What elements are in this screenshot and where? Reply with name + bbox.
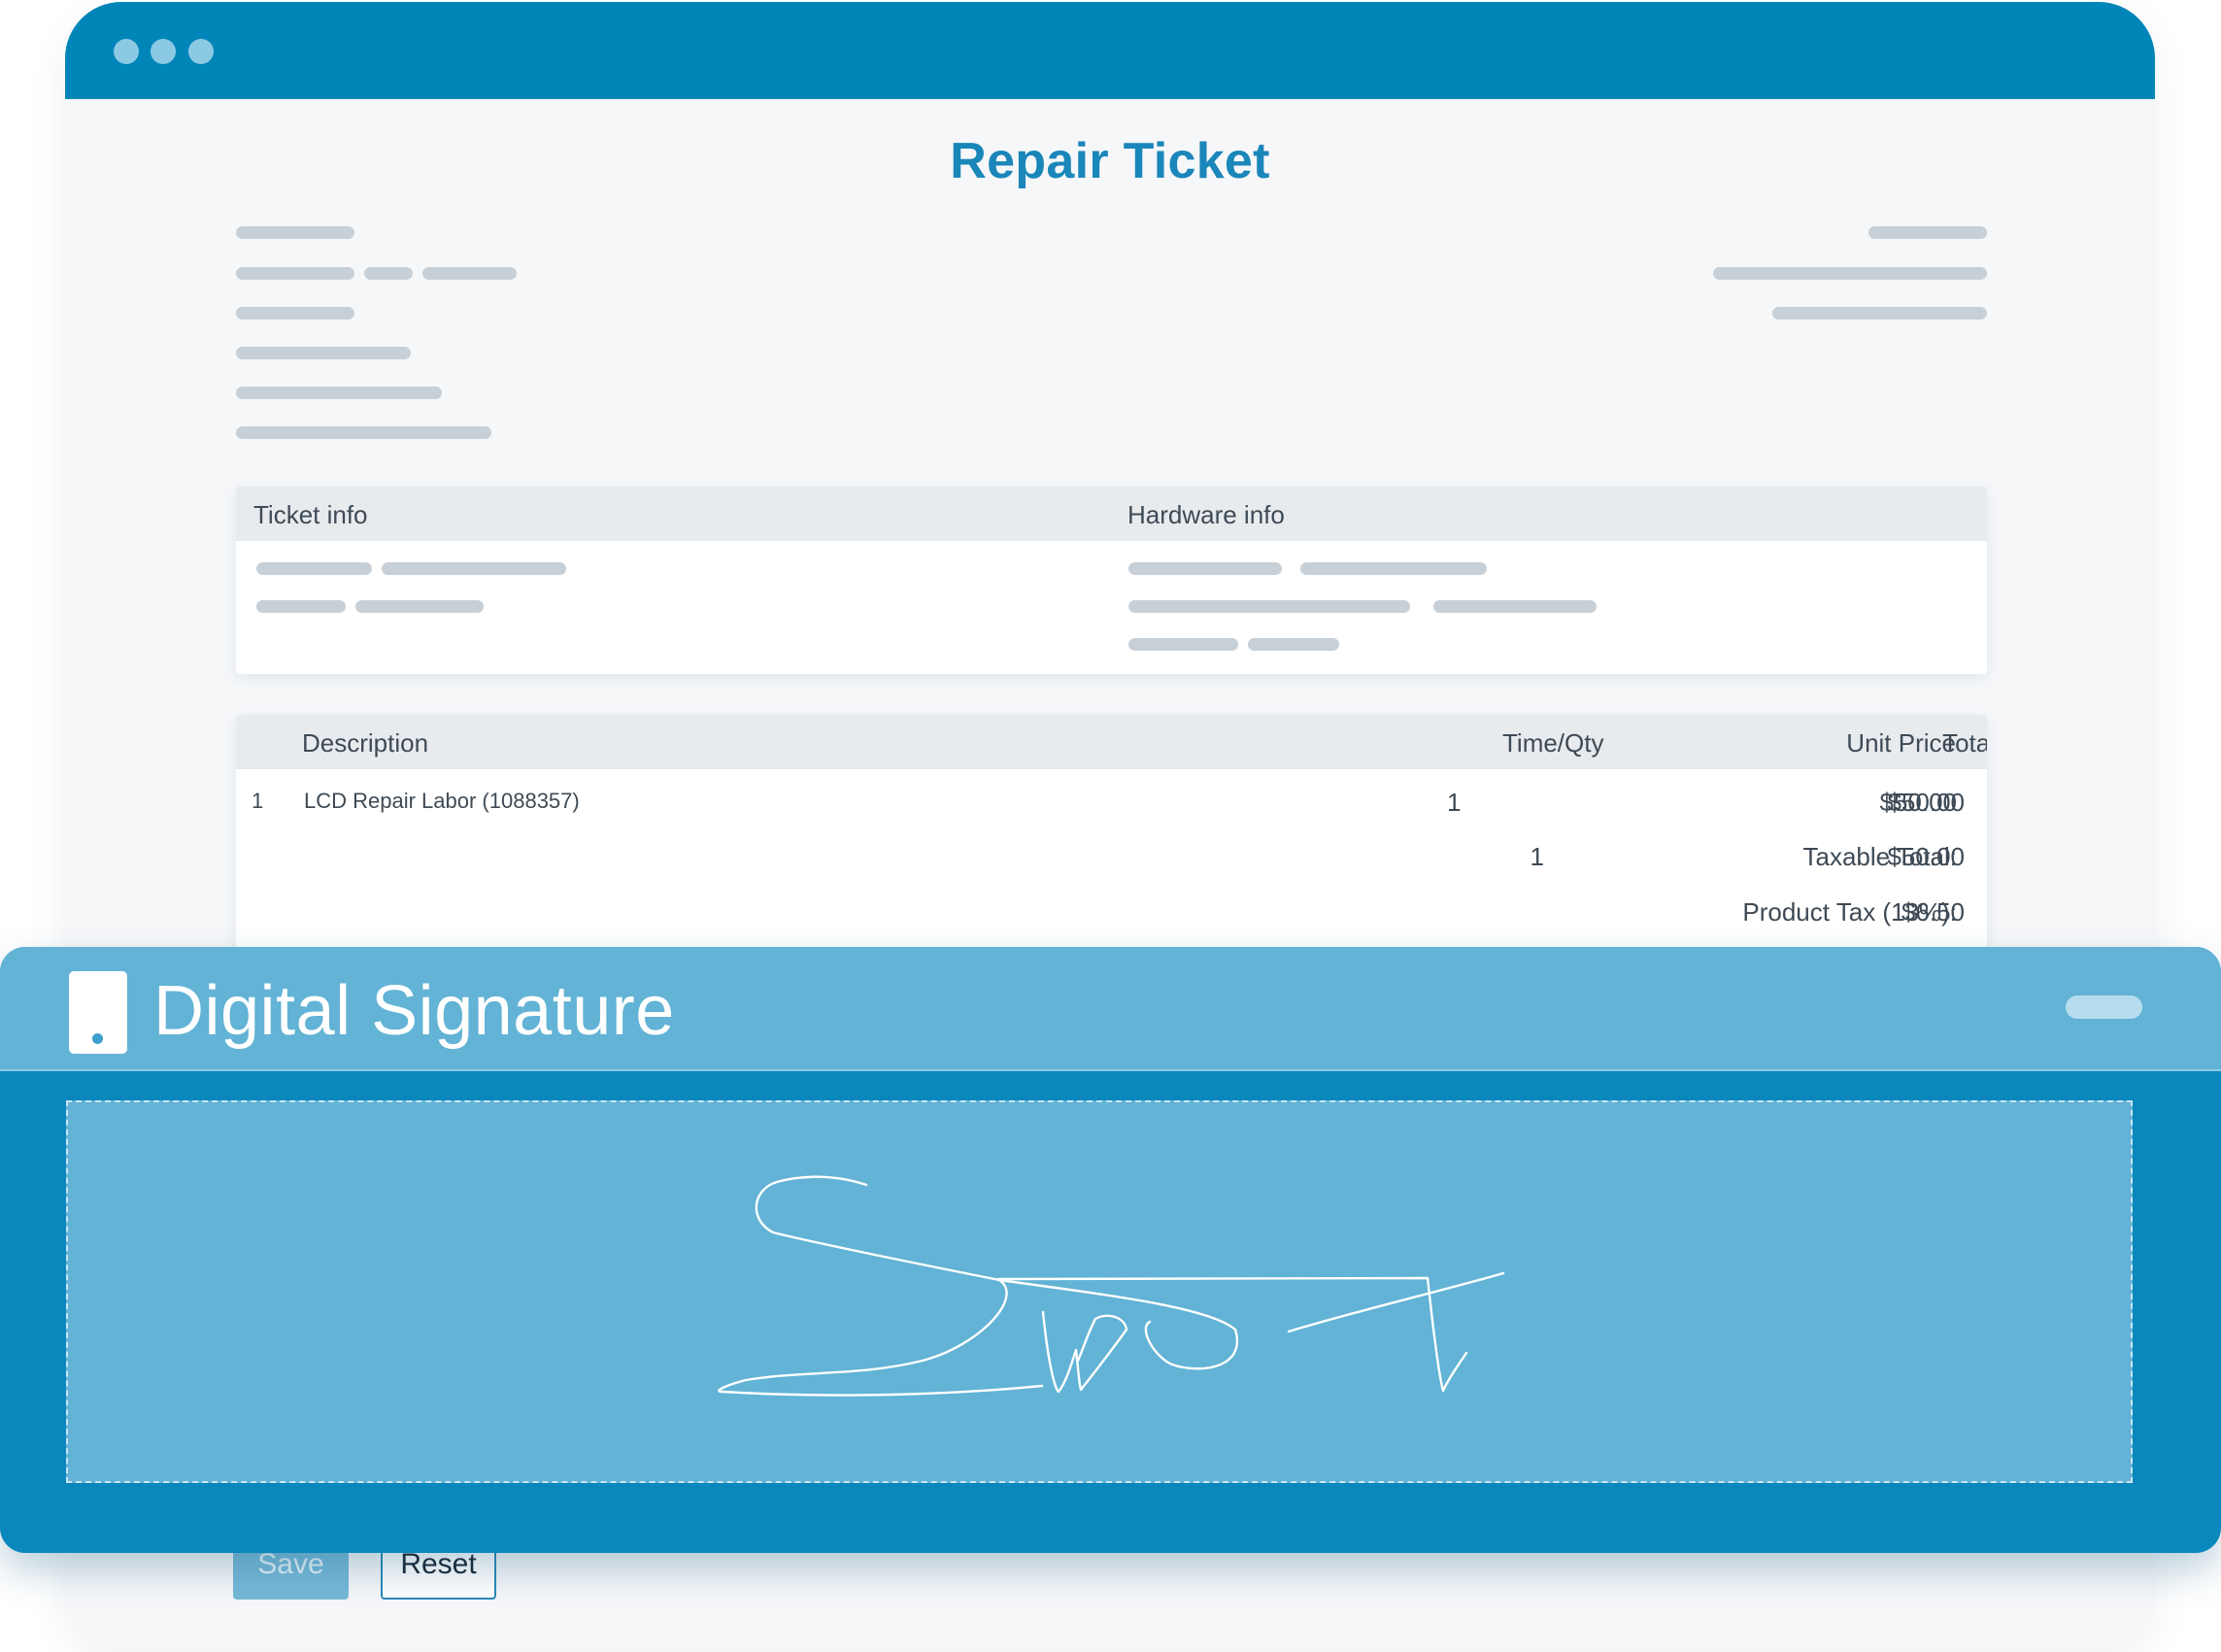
hardware-info-heading: Hardware info <box>1127 500 1285 529</box>
info-panel: Ticket info Hardware info <box>236 487 1987 674</box>
text-placeholder <box>364 267 413 280</box>
text-placeholder <box>1248 638 1339 651</box>
summary-value: $6.50 <box>1901 897 1965 927</box>
signature-pad[interactable] <box>66 1100 2133 1483</box>
table-header: Description Time/Qty Unit Price Total <box>236 715 1987 769</box>
text-placeholder <box>1128 638 1238 651</box>
text-placeholder <box>355 600 484 613</box>
window-control-dot[interactable] <box>188 39 214 64</box>
signature-title: Digital Signature <box>153 972 675 1050</box>
text-placeholder <box>236 226 354 239</box>
text-placeholder <box>256 600 346 613</box>
row-index: 1 <box>252 789 264 813</box>
window-control-dot[interactable] <box>151 39 176 64</box>
text-placeholder <box>1868 226 1987 239</box>
text-placeholder <box>1300 562 1487 575</box>
info-panel-header: Ticket info Hardware info <box>236 487 1987 541</box>
ticket-info-heading: Ticket info <box>253 500 368 529</box>
row-qty: 1 <box>1447 788 1462 817</box>
summary-value: $50.00 <box>1887 842 1965 871</box>
signature-modal: Digital Signature <box>0 947 2221 1553</box>
page-title: Repair Ticket <box>950 133 1270 189</box>
column-header-description: Description <box>302 728 429 758</box>
minimize-button[interactable] <box>2066 995 2142 1019</box>
text-placeholder <box>1772 307 1987 320</box>
tablet-icon <box>69 971 127 1054</box>
row-total: $50.00 <box>1887 788 1965 817</box>
text-placeholder <box>236 267 354 280</box>
window-titlebar <box>65 2 2155 99</box>
text-placeholder <box>1128 600 1410 613</box>
row-description: LCD Repair Labor (1088357) <box>304 789 580 813</box>
text-placeholder <box>236 387 442 399</box>
text-placeholder <box>1713 267 1987 280</box>
line-items-table: Description Time/Qty Unit Price Total 1 … <box>236 715 1987 987</box>
text-placeholder <box>236 347 411 359</box>
text-placeholder <box>1433 600 1597 613</box>
signature-stroke <box>718 1175 1505 1397</box>
text-placeholder <box>422 267 517 280</box>
signature-modal-header: Digital Signature <box>0 947 2221 1071</box>
text-placeholder <box>236 307 354 320</box>
column-header-total: Total <box>1942 728 1987 758</box>
text-placeholder <box>236 426 491 439</box>
window-control-dot[interactable] <box>114 39 139 64</box>
summary-qty: 1 <box>1530 842 1544 871</box>
text-placeholder <box>1128 562 1282 575</box>
text-placeholder <box>256 562 372 575</box>
column-header-qty: Time/Qty <box>1502 728 1604 758</box>
text-placeholder <box>382 562 566 575</box>
